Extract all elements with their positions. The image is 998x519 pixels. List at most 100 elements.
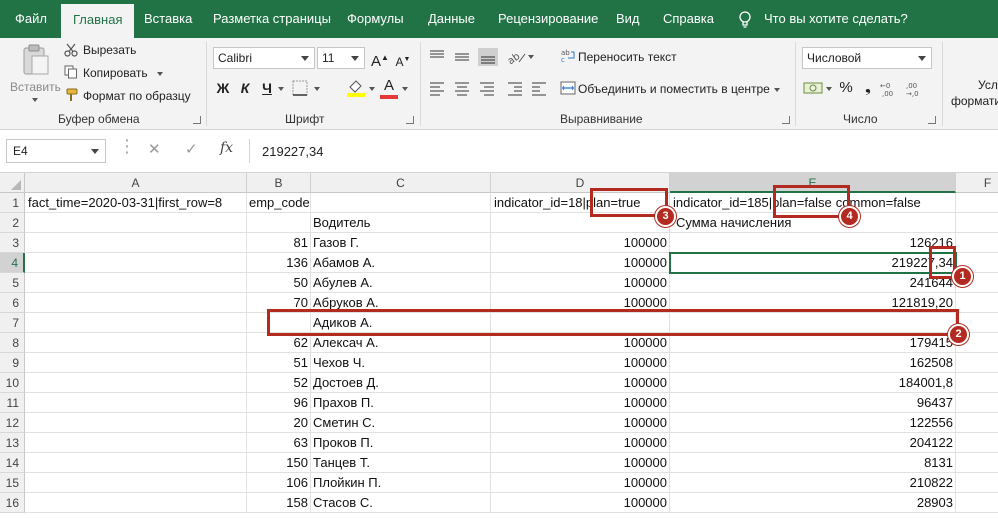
horizontal-align-icons[interactable] (428, 80, 548, 98)
cell-d[interactable]: 100000 (491, 333, 670, 353)
cell-e[interactable]: 241644 (670, 273, 956, 293)
cell-a[interactable] (25, 453, 247, 473)
cell-d[interactable]: 100000 (491, 393, 670, 413)
tab-data[interactable]: Данные (428, 0, 475, 38)
decrease-font-icon[interactable]: A▼ (394, 50, 412, 70)
vertical-align-icons[interactable] (428, 48, 500, 66)
cell-a[interactable] (25, 353, 247, 373)
cell-e[interactable]: 122556 (670, 413, 956, 433)
cell-f[interactable] (956, 353, 998, 373)
cell-b[interactable]: 106 (247, 473, 311, 493)
column-header-e[interactable]: E (670, 173, 956, 193)
tell-me-search[interactable]: Что вы хотите сделать? (764, 0, 908, 38)
cell-e[interactable]: 219227,34 (670, 253, 956, 273)
orientation-dropdown-arrow[interactable] (528, 55, 534, 59)
bold-button[interactable]: Ж (215, 78, 231, 98)
cell-b[interactable]: 96 (247, 393, 311, 413)
paste-icon[interactable] (20, 42, 50, 76)
cell-a[interactable] (25, 393, 247, 413)
clipboard-launcher-icon[interactable] (193, 116, 201, 124)
cell-c[interactable] (311, 193, 491, 213)
column-header-c[interactable]: C (311, 173, 491, 193)
cell-a[interactable]: fact_time=2020-03-31|first_row=8 (25, 193, 247, 213)
accounting-dropdown-arrow[interactable] (826, 87, 832, 91)
row-header[interactable]: 9 (0, 353, 25, 373)
tab-insert[interactable]: Вставка (144, 0, 192, 38)
format-painter-button[interactable]: Формат по образцу (83, 89, 191, 103)
cell-d[interactable] (491, 213, 670, 233)
cell-e[interactable]: 184001,8 (670, 373, 956, 393)
cell-b[interactable] (247, 213, 311, 233)
percent-icon[interactable]: % (838, 78, 854, 98)
name-box[interactable]: E4 (6, 139, 106, 163)
font-launcher-icon[interactable] (406, 116, 414, 124)
tab-formulas[interactable]: Формулы (347, 0, 404, 38)
cell-d[interactable]: 100000 (491, 413, 670, 433)
cell-d[interactable]: 100000 (491, 373, 670, 393)
cell-b[interactable] (247, 313, 311, 333)
cell-b[interactable]: 62 (247, 333, 311, 353)
row-header[interactable]: 7 (0, 313, 25, 333)
cell-e[interactable]: 28903 (670, 493, 956, 513)
italic-button[interactable]: К (237, 78, 253, 98)
cell-b[interactable]: 52 (247, 373, 311, 393)
cell-b[interactable]: 150 (247, 453, 311, 473)
select-all-button[interactable] (0, 173, 25, 193)
cell-d[interactable]: 100000 (491, 293, 670, 313)
cell-e[interactable]: 179415 (670, 333, 956, 353)
cell-f[interactable] (956, 453, 998, 473)
tab-home[interactable]: Главная (61, 4, 135, 38)
cell-c[interactable]: Алексач А. (311, 333, 491, 353)
cell-b[interactable]: 136 (247, 253, 311, 273)
cell-c[interactable]: Прахов П. (311, 393, 491, 413)
font-name-dropdown[interactable]: Calibri (213, 47, 315, 69)
row-header[interactable]: 5 (0, 273, 25, 293)
cell-a[interactable] (25, 313, 247, 333)
merge-dropdown-arrow[interactable] (774, 88, 780, 92)
borders-dropdown-arrow[interactable] (314, 87, 320, 91)
cell-d[interactable]: 100000 (491, 453, 670, 473)
cell-b[interactable]: 51 (247, 353, 311, 373)
alignment-launcher-icon[interactable] (782, 116, 790, 124)
row-header[interactable]: 12 (0, 413, 25, 433)
number-launcher-icon[interactable] (928, 116, 936, 124)
paste-button[interactable]: Вставить (10, 80, 61, 94)
cell-f[interactable] (956, 413, 998, 433)
fill-color-dropdown-arrow[interactable] (369, 87, 375, 91)
font-color-icon[interactable]: A (380, 76, 398, 96)
cell-b[interactable]: 50 (247, 273, 311, 293)
cell-c[interactable]: Танцев Т. (311, 453, 491, 473)
copy-dropdown-arrow[interactable] (157, 72, 163, 76)
comma-style-icon[interactable]: ❟ (860, 78, 876, 98)
cell-a[interactable] (25, 273, 247, 293)
cell-d[interactable]: 100000 (491, 473, 670, 493)
cell-c[interactable]: Проков П. (311, 433, 491, 453)
fill-color-icon[interactable] (346, 78, 366, 98)
cell-d[interactable]: 100000 (491, 353, 670, 373)
conditional-format-label-2[interactable]: форматир (951, 94, 998, 108)
cell-f[interactable] (956, 293, 998, 313)
cell-d[interactable]: 100000 (491, 253, 670, 273)
cell-e[interactable]: 204122 (670, 433, 956, 453)
cell-f[interactable] (956, 213, 998, 233)
row-header[interactable]: 3 (0, 233, 25, 253)
cell-e[interactable]: 210822 (670, 473, 956, 493)
cell-d[interactable]: 100000 (491, 493, 670, 513)
row-header[interactable]: 8 (0, 333, 25, 353)
cell-c[interactable]: Абулев А. (311, 273, 491, 293)
copy-button[interactable]: Копировать (83, 66, 148, 80)
cell-c[interactable]: Достоев Д. (311, 373, 491, 393)
conditional-format-label-1[interactable]: Усл (978, 78, 998, 92)
font-size-dropdown[interactable]: 11 (317, 47, 365, 69)
cell-a[interactable] (25, 213, 247, 233)
cell-f[interactable] (956, 373, 998, 393)
cell-e[interactable] (670, 313, 956, 333)
merge-center-button[interactable]: Объединить и поместить в центре (578, 82, 770, 96)
cell-e[interactable]: 121819,20 (670, 293, 956, 313)
paste-dropdown-arrow[interactable] (32, 98, 38, 102)
cell-c[interactable]: Водитель (311, 213, 491, 233)
underline-button[interactable]: Ч (259, 78, 275, 98)
cell-a[interactable] (25, 373, 247, 393)
row-header[interactable]: 2 (0, 213, 25, 233)
cell-f[interactable] (956, 233, 998, 253)
